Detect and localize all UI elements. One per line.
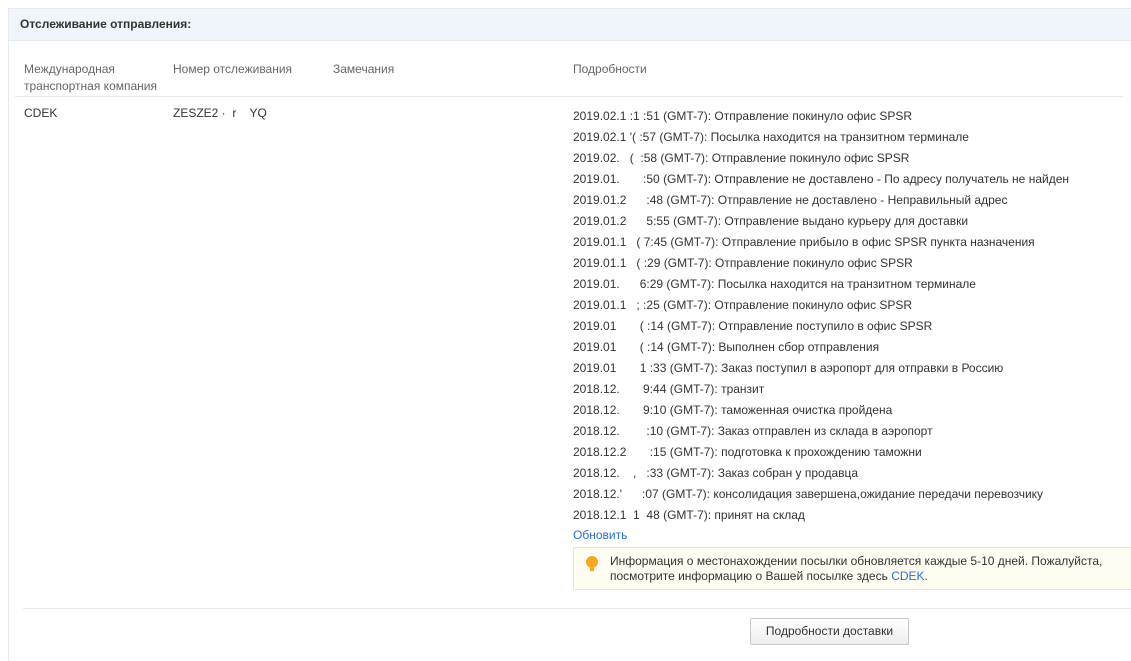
notice-text: Информация о местонахождении посылки обн… — [610, 554, 1130, 584]
column-header-carrier: Международная транспортная компания — [24, 62, 157, 93]
tracking-event: 2019.01. :50 (GMT-7): Отправление не дос… — [573, 172, 1069, 186]
column-header-details: Подробности — [573, 62, 647, 76]
tracking-event: 2019.01.2 5:55 (GMT-7): Отправление выда… — [573, 214, 969, 228]
tracking-event: 2018.12.' :07 (GMT-7): консолидация заве… — [573, 487, 1044, 501]
tracking-event: 2018.12. 9:44 (GMT-7): транзит — [573, 382, 765, 396]
tracking-event: 2019.01 ( :14 (GMT-7): Выполнен сбор отп… — [573, 340, 880, 354]
cdek-link[interactable]: CDEK — [891, 569, 924, 583]
info-notice: Информация о местонахождении посылки обн… — [573, 547, 1131, 590]
header-divider — [15, 96, 1123, 97]
tracking-event: 2018.12. , :33 (GMT-7): Заказ собран у п… — [573, 466, 859, 480]
column-header-tracking: Номер отслеживания — [173, 62, 293, 76]
delivery-details-button[interactable]: Подробности доставки — [750, 618, 909, 645]
tracking-event: 2019.01.1 ( 7:45 (GMT-7): Отправление пр… — [573, 235, 1035, 249]
tracking-event: 2018.12. 9:10 (GMT-7): таможенная очистк… — [573, 403, 893, 417]
tracking-event: 2019.02. ( :58 (GMT-7): Отправление поки… — [573, 151, 910, 165]
notice-message: Информация о местонахождении посылки обн… — [610, 554, 1103, 583]
tracking-event: 2019.01. 6:29 (GMT-7): Посылка находится… — [573, 277, 976, 291]
column-header-remarks: Замечания — [333, 62, 395, 76]
lightbulb-icon — [586, 556, 598, 571]
tracking-event: 2018.12. :10 (GMT-7): Заказ отправлен из… — [573, 424, 933, 438]
tracking-event: 2019.02.1 '( :57 (GMT-7): Посылка находи… — [573, 130, 969, 144]
tracking-events-list: 2019.02.1 :1 :51 (GMT-7): Отправление по… — [573, 106, 1069, 526]
tracking-event: 2019.01.1 ( :29 (GMT-7): Отправление пок… — [573, 256, 913, 270]
tracking-event: 2018.12.2 :15 (GMT-7): подготовка к прох… — [573, 445, 922, 459]
carrier-cell: CDEK — [24, 106, 58, 120]
notice-end: . — [924, 569, 928, 583]
panel-title: Отслеживание отправления: — [9, 9, 1131, 41]
refresh-link[interactable]: Обновить — [573, 526, 627, 544]
tracking-number-cell: ZESZE2 · r YQ — [173, 106, 267, 120]
footer-divider — [23, 608, 1131, 609]
tracking-event: 2019.01 ( :14 (GMT-7): Отправление посту… — [573, 319, 933, 333]
tracking-event: 2019.02.1 :1 :51 (GMT-7): Отправление по… — [573, 109, 913, 123]
tracking-event: 2018.12.1 1 48 (GMT-7): принят на склад — [573, 508, 805, 522]
tracking-event: 2019.01.1 ; :25 (GMT-7): Отправление пок… — [573, 298, 913, 312]
tracking-event: 2019.01.2 :48 (GMT-7): Отправление не до… — [573, 193, 1008, 207]
tracking-event: 2019.01 1 :33 (GMT-7): Заказ поступил в … — [573, 361, 1004, 375]
